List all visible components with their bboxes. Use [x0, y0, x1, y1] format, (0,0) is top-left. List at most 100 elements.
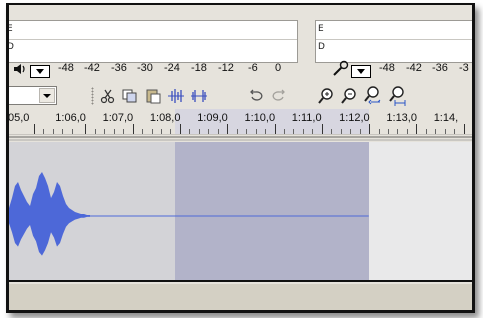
timeline-minor-tick [43, 129, 45, 134]
waveform-burst [9, 172, 90, 256]
timeline-minor-tick [473, 129, 474, 134]
timeline-minor-tick [388, 129, 390, 134]
timeline-label: 1:11,0 [291, 112, 322, 124]
audacity-window: E D E D -48 -42 -36 -3 0 -24 -18 -12 -6 0… [6, 3, 475, 313]
speaker-icon[interactable] [13, 62, 27, 76]
timeline-major-tick [179, 124, 181, 134]
timeline-minor-tick [236, 129, 238, 134]
timeline-label: 1:06,0 [55, 112, 86, 124]
timeline-minor-tick [340, 129, 342, 134]
meter-tick: -36 [111, 62, 127, 74]
timeline-minor-tick [246, 129, 248, 134]
toolbar-grip[interactable] [91, 87, 94, 105]
fit-selection-icon[interactable] [362, 86, 382, 106]
timeline-minor-tick [151, 129, 153, 134]
meter-tick: -3 [459, 62, 469, 74]
timeline-label: 1:12,0 [339, 112, 370, 124]
timeline-minor-tick [142, 129, 144, 134]
timeline-minor-tick [444, 129, 446, 134]
timeline-major-tick [227, 124, 229, 134]
timeline-minor-tick [359, 129, 361, 134]
audio-track[interactable] [9, 142, 472, 282]
timeline-minor-tick [94, 129, 96, 134]
chevron-down-icon[interactable] [39, 88, 55, 103]
timeline-minor-tick [302, 129, 304, 134]
meter-tick: -6 [248, 62, 258, 74]
timeline-label: 05,0 [8, 112, 30, 124]
timeline-major-tick [85, 124, 87, 134]
timeline-minor-tick [255, 129, 257, 134]
meter-tick: -18 [191, 62, 207, 74]
playback-meter[interactable]: E D [7, 20, 298, 63]
timeline-minor-tick [378, 129, 380, 134]
timeline-label: 1:09,0 [197, 112, 228, 124]
timeline-minor-tick [208, 129, 210, 134]
meter-tick: -48 [58, 62, 74, 74]
timeline-minor-tick [312, 129, 314, 134]
meter-tick: -24 [164, 62, 180, 74]
timeline-minor-tick [293, 129, 295, 134]
timeline-minor-tick [454, 129, 456, 134]
timeline-major-tick [369, 124, 371, 134]
meter-tick: 0 [275, 62, 282, 74]
timeline-minor-tick [406, 129, 408, 134]
timeline-minor-tick [104, 129, 106, 134]
meter-tick: -48 [379, 62, 395, 74]
timeline-major-tick [34, 124, 35, 134]
meter-left-label: E [318, 24, 324, 34]
timeline-minor-tick [397, 129, 399, 134]
timeline-minor-tick [62, 129, 64, 134]
timeline-minor-tick [217, 129, 219, 134]
record-meter[interactable]: E D [315, 20, 472, 63]
edit-toolbar [9, 83, 472, 109]
timeline-minor-tick [189, 129, 191, 134]
empty-track-area[interactable] [9, 284, 472, 310]
zoom-out-icon[interactable] [339, 86, 359, 106]
timeline-minor-tick [435, 129, 437, 134]
copy-icon[interactable] [120, 86, 140, 106]
timeline-minor-tick [331, 129, 333, 134]
timeline-minor-tick [160, 129, 162, 134]
meter-tick: -12 [218, 62, 234, 74]
timeline-ruler[interactable]: 05,0 1:06,0 1:07,0 1:08,0 1:09,0 1:10,0 1:11,0… [9, 109, 472, 135]
timeline-minor-tick [52, 129, 54, 134]
fit-project-icon[interactable] [387, 86, 407, 106]
timeline-minor-tick [425, 129, 427, 134]
meter-right-label: D [318, 42, 325, 52]
timeline-minor-tick [198, 129, 200, 134]
timeline-minor-tick [265, 129, 267, 134]
timeline-label: 1:13,0 [386, 112, 417, 124]
timeline-label: 1:14, [433, 112, 459, 124]
timeline-label: 1:10,0 [244, 112, 276, 124]
meter-tick: -42 [84, 62, 100, 74]
playback-meter-dropdown[interactable] [30, 65, 50, 78]
cut-icon[interactable] [98, 86, 118, 106]
timeline-major-tick [321, 124, 323, 134]
timeline-minor-tick [283, 129, 285, 134]
timeline-minor-tick [350, 129, 352, 134]
meter-left-label: E [7, 24, 13, 34]
timeline-minor-tick [71, 129, 73, 134]
timeline-major-tick [132, 124, 134, 134]
timeline-minor-tick [113, 129, 115, 134]
timeline-minor-tick [123, 129, 125, 134]
meter-scale-row: -48 -42 -36 -30 -24 -18 -12 -6 0 -48 -42… [9, 60, 472, 80]
meter-tick: -42 [406, 62, 422, 74]
paste-icon[interactable] [143, 86, 163, 106]
meter-tick: -36 [432, 62, 448, 74]
waveform [9, 172, 369, 256]
timeline-major-tick [416, 124, 418, 134]
undo-icon[interactable] [246, 86, 266, 106]
redo-icon[interactable] [269, 86, 289, 106]
timeline-major-tick [274, 124, 276, 134]
timeline-label: 1:07,0 [102, 112, 134, 124]
timeline-label: 1:08,0 [149, 112, 181, 124]
device-select[interactable] [9, 86, 57, 105]
zoom-in-icon[interactable] [316, 86, 336, 106]
silence-icon[interactable] [189, 86, 209, 106]
trim-icon[interactable] [166, 86, 186, 106]
timeline-major-tick [463, 124, 465, 134]
microphone-icon[interactable] [331, 60, 349, 78]
record-meter-dropdown[interactable] [351, 65, 371, 78]
timeline-minor-tick [170, 129, 172, 134]
